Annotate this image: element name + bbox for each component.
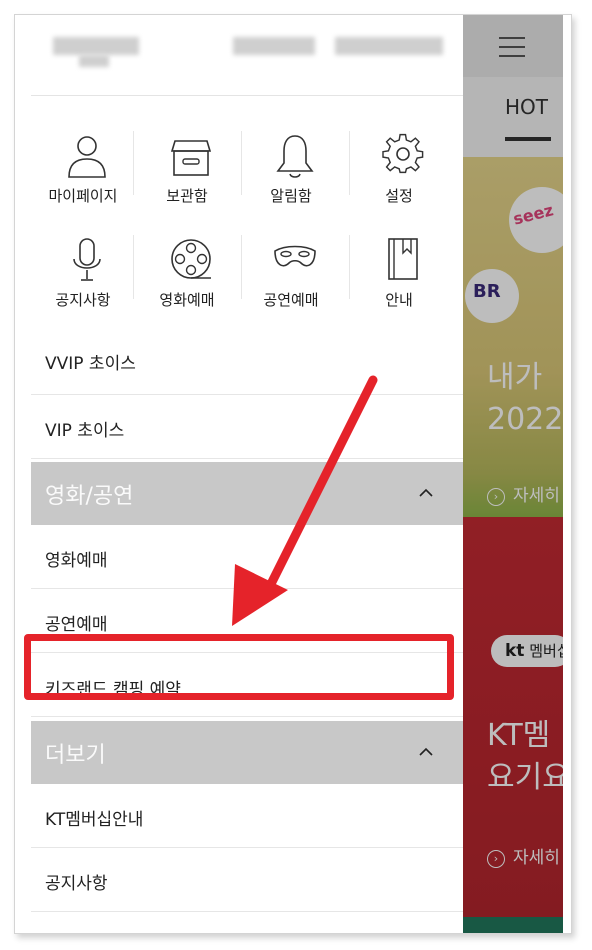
red-arrow-annotation bbox=[232, 375, 378, 626]
